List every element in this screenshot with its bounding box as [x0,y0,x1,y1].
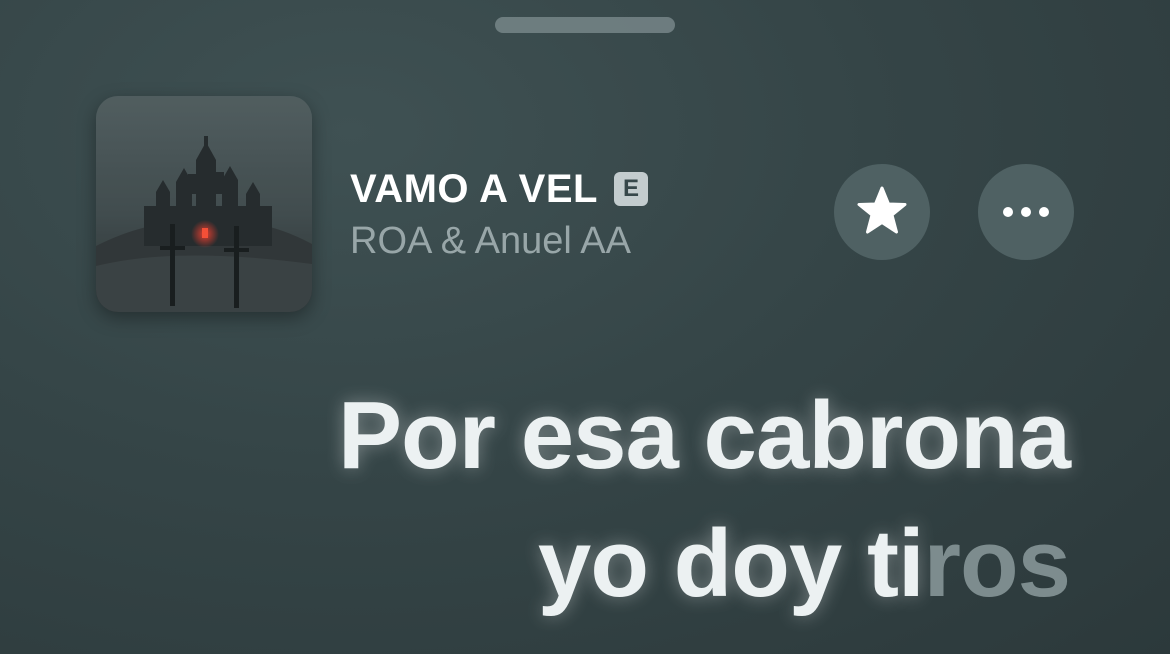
lyrics-panel[interactable]: Por esa cabrona yo doy tiros [338,372,1071,628]
lyric-unsung-portion: ros [923,510,1071,617]
lyric-line-current[interactable]: Por esa cabrona [338,372,1071,500]
artist-name[interactable]: ROA & Anuel AA [350,220,631,263]
song-title[interactable]: VAMO A VEL [350,167,598,212]
ellipsis-icon [1003,207,1049,217]
album-artwork[interactable] [96,96,312,312]
now-playing-title-row: VAMO A VEL E [350,166,648,212]
lyric-line-next[interactable]: yo doy tiros [338,500,1071,628]
star-icon [857,186,907,234]
favorite-button[interactable] [834,164,930,260]
lyric-sung-portion: yo doy ti [537,510,925,617]
album-artwork-image [96,96,312,312]
more-options-button[interactable] [978,164,1074,260]
explicit-badge: E [613,172,648,206]
sheet-grabber-handle[interactable] [495,17,675,33]
